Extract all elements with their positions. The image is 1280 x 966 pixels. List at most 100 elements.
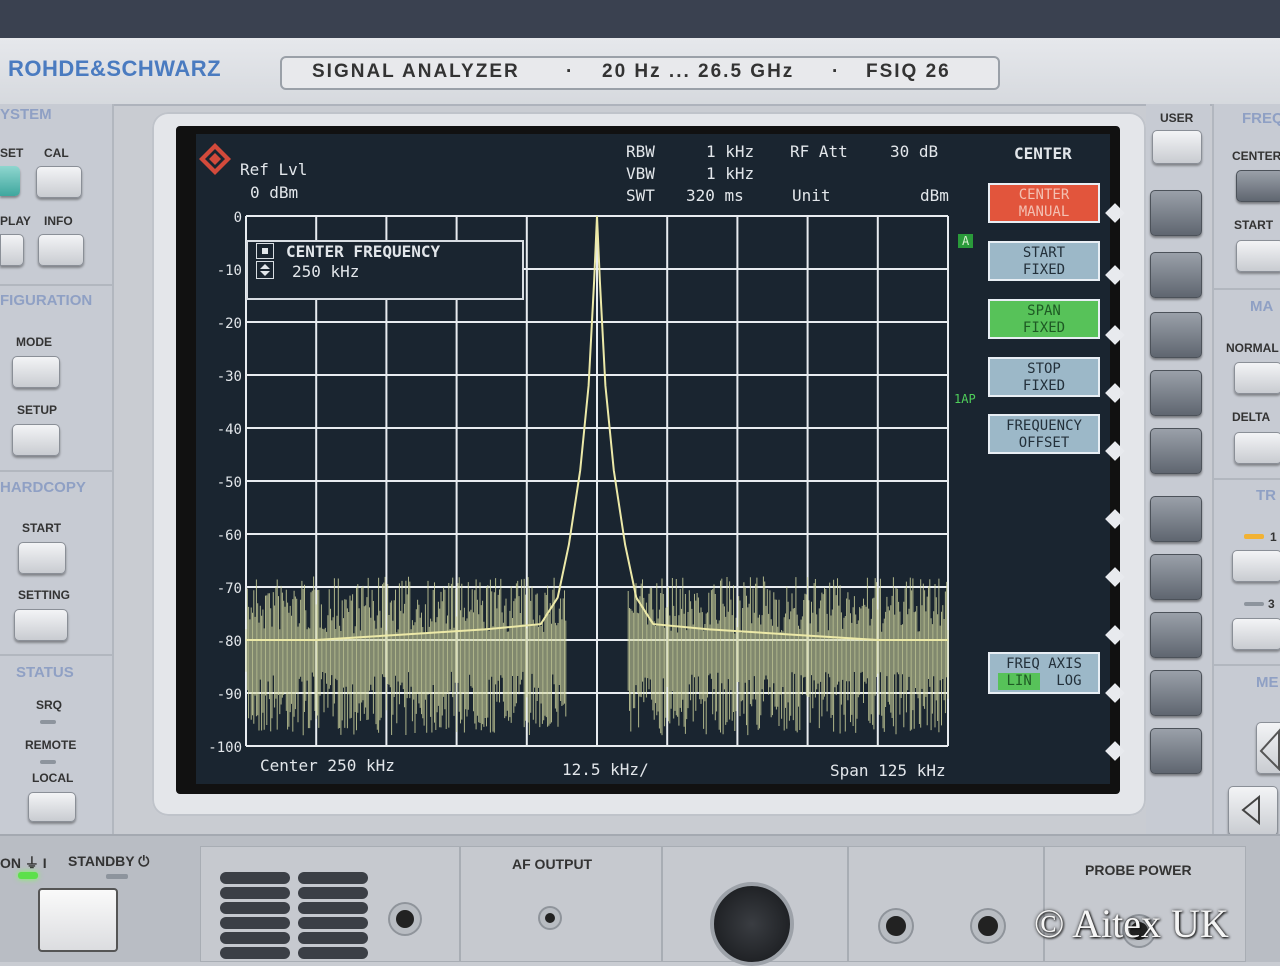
trace-3-led [1244,602,1264,606]
hardware-softkey-5[interactable] [1150,428,1202,474]
trace-mode-marker: 1AP [954,392,976,406]
group-divider [0,470,112,472]
plate-separator: · [566,61,575,82]
rotary-knob[interactable] [710,882,794,966]
connector-jack-2[interactable] [972,910,1004,942]
speaker-slot [220,947,290,959]
speaker-slot [298,947,368,959]
user-label: USER [1160,111,1194,125]
y-tick-label: -100 [208,740,242,756]
y-tick-label: -40 [217,422,242,438]
softkey-menu-title: CENTER [1014,144,1072,163]
freq-axis-log-option[interactable]: LOG [1048,673,1089,690]
delta-key-button[interactable] [1234,432,1280,464]
y-tick-label: -80 [217,634,242,650]
softkey-span-fixed[interactable]: SPAN FIXED [988,299,1100,339]
hardware-softkey-2[interactable] [1150,252,1202,298]
volume-knob[interactable] [390,904,420,934]
speaker-slot [298,887,368,899]
instrument-name: SIGNAL ANALYZER [312,61,520,82]
measure-header: ME [1256,674,1279,691]
user-button[interactable] [1152,130,1202,164]
start-key-button[interactable] [1236,240,1280,272]
model-number: FSIQ 26 [866,61,951,82]
softkey-center-manual[interactable]: CENTER MANUAL [988,183,1100,223]
trace-header: TR [1256,487,1276,504]
probe-power-label: PROBE POWER [1085,862,1192,878]
trace-3-button[interactable] [1232,618,1280,650]
y-tick-label: -50 [217,475,242,491]
srq-led [40,720,56,724]
speaker-slot [220,872,290,884]
softkey-freq-axis[interactable]: FREQ AXIS LIN LOG [988,652,1100,694]
power-switch[interactable] [38,888,118,952]
brand-logo: ROHDE&SCHWARZ [8,56,222,81]
hardcopy-start-button[interactable] [18,542,66,574]
local-button[interactable] [28,792,76,822]
y-tick-label: -90 [217,687,242,703]
display-button[interactable] [0,234,24,266]
entry-box-close-icon[interactable] [256,243,274,259]
softkey-start-fixed[interactable]: START FIXED [988,241,1100,281]
setup-label: SETUP [17,403,58,417]
entry-box-title: CENTER FREQUENCY [286,242,441,261]
softkey-stop-fixed[interactable]: STOP FIXED [988,357,1100,397]
center-key-label: CENTER [1232,149,1280,163]
display-label: PLAY [0,214,31,228]
entry-box-step-icon[interactable] [256,261,274,279]
speaker-slot [220,902,290,914]
center-key-button[interactable] [1236,170,1280,202]
group-divider [0,284,112,286]
af-output-jack[interactable] [540,908,560,928]
footer-division: 12.5 kHz/ [562,760,649,779]
standby-led [106,874,128,879]
hardware-softkey-4[interactable] [1150,370,1202,416]
power-on-label: ON ⏚ I [0,855,47,871]
marker-header: MA [1250,298,1274,315]
hardware-softkey-7[interactable] [1150,554,1202,600]
speaker-slot [298,872,368,884]
freq-axis-lin-option[interactable]: LIN [998,673,1040,690]
mode-button[interactable] [12,356,60,388]
hardware-softkey-6[interactable] [1150,496,1202,542]
hardware-softkey-8[interactable] [1150,612,1202,658]
delta-key-label: DELTA [1232,410,1271,424]
group-divider [0,654,112,656]
speaker-slot [298,902,368,914]
cal-button[interactable] [36,166,82,198]
hardware-softkey-10[interactable] [1150,728,1202,774]
hardware-softkey-9[interactable] [1150,670,1202,716]
mode-label: MODE [16,335,52,349]
connector-jack-1[interactable] [880,910,912,942]
af-output-label: AF OUTPUT [512,856,593,872]
standby-label: STANDBY ⏻ [68,853,150,869]
hardware-softkey-1[interactable] [1150,190,1202,236]
softkey-frequency-offset[interactable]: FREQUENCY OFFSET [988,414,1100,454]
setup-button[interactable] [12,424,60,456]
normal-key-button[interactable] [1234,362,1280,394]
system-header: YSTEM [0,106,52,123]
preset-button[interactable] [0,166,20,196]
plate-separator: · [832,61,841,82]
group-divider [1214,664,1280,666]
frequency-header: FREQ [1242,110,1280,127]
step-up-button[interactable] [1256,722,1280,774]
hardcopy-setting-button[interactable] [14,609,68,641]
hardware-softkey-3[interactable] [1150,312,1202,358]
info-button[interactable] [38,234,84,266]
trace-a-marker: A [958,234,974,248]
power-on-led [18,872,38,879]
set-label: SET [0,146,24,160]
cal-label: CAL [44,146,69,160]
configuration-header: FIGURATION [0,292,93,309]
remote-led [40,760,56,764]
trace-1-label: 1 [1270,530,1277,544]
trace-1-button[interactable] [1232,550,1280,582]
speaker-slot [220,887,290,899]
group-divider [1214,288,1280,290]
watermark: © Aitex UK [1034,901,1229,946]
connector-section [848,846,1044,962]
step-left-button[interactable] [1228,786,1278,836]
normal-key-label: NORMAL [1226,341,1279,355]
hardcopy-start-label: START [22,521,62,535]
